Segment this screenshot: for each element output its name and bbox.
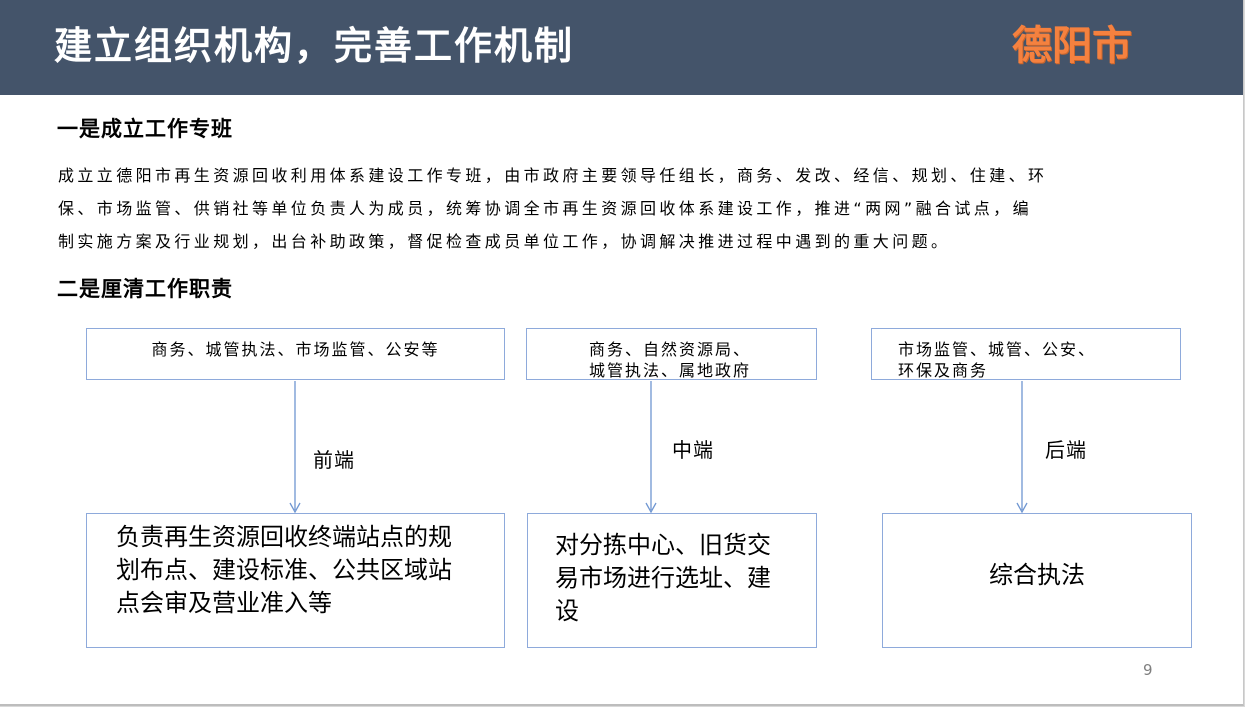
stage-label-middle: 中端 — [672, 438, 714, 462]
duty-text: 综合执法 — [989, 561, 1085, 589]
stage-label-back: 后端 — [1045, 438, 1087, 462]
duty-text: 设 — [555, 597, 579, 625]
slide: 建立组织机构，完善工作机制 德阳市 一是成立工作专班 成立立德阳市再生资源回收利… — [0, 0, 1244, 706]
duty-text: 负责再生资源回收终端站点的规 — [116, 523, 452, 551]
duty-box-back: 综合执法 — [882, 513, 1192, 648]
duty-box-middle: 对分拣中心、旧货交 易市场进行选址、建 设 — [527, 513, 817, 648]
duty-text: 划布点、建设标准、公共区域站 — [116, 556, 452, 584]
duty-text: 点会审及营业准入等 — [116, 589, 332, 617]
duty-box-front: 负责再生资源回收终端站点的规 划布点、建设标准、公共区域站 点会审及营业准入等 — [86, 513, 505, 648]
duty-text: 对分拣中心、旧货交 — [555, 531, 771, 559]
stage-label-front: 前端 — [313, 448, 355, 472]
page-number: 9 — [1143, 661, 1153, 679]
duty-text: 易市场进行选址、建 — [555, 564, 771, 592]
